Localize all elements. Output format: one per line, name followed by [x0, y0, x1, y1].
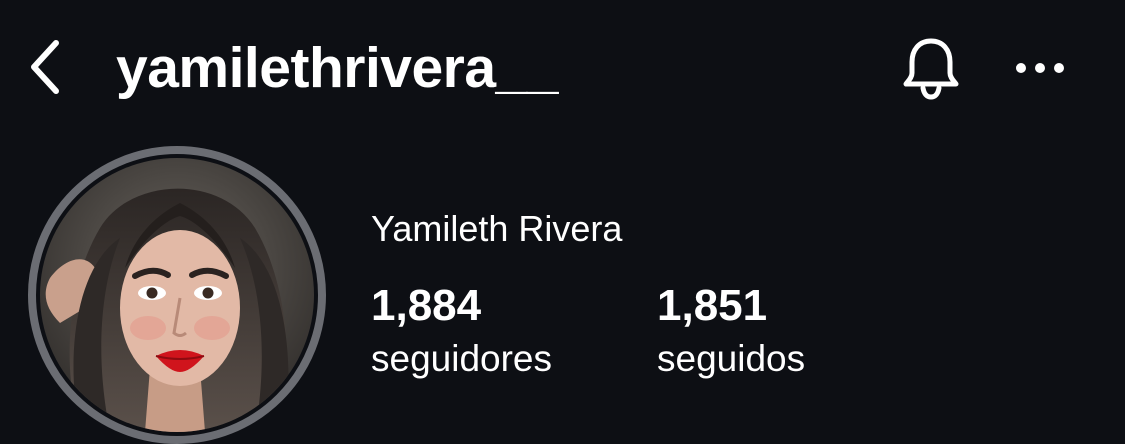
avatar[interactable] — [40, 158, 314, 432]
chevron-left-icon — [31, 40, 59, 94]
more-horizontal-icon — [1016, 63, 1064, 73]
followers-count: 1,884 — [371, 281, 482, 330]
following-count: 1,851 — [657, 281, 768, 330]
following-stat[interactable]: 1,851 seguidos — [657, 278, 805, 384]
back-button[interactable] — [20, 34, 70, 100]
more-options-button[interactable] — [1010, 42, 1070, 94]
following-label: seguidos — [657, 338, 806, 379]
profile-header: yamilethrivera__ — [0, 0, 1125, 140]
profile-full-name: Yamileth Rivera — [371, 208, 623, 249]
followers-label: seguidores — [371, 338, 553, 379]
profile-photo — [40, 158, 314, 432]
bell-icon — [903, 38, 959, 100]
notifications-button[interactable] — [893, 30, 969, 106]
profile-username: yamilethrivera__ — [116, 36, 558, 100]
followers-stat[interactable]: 1,884 seguidores — [371, 278, 552, 384]
